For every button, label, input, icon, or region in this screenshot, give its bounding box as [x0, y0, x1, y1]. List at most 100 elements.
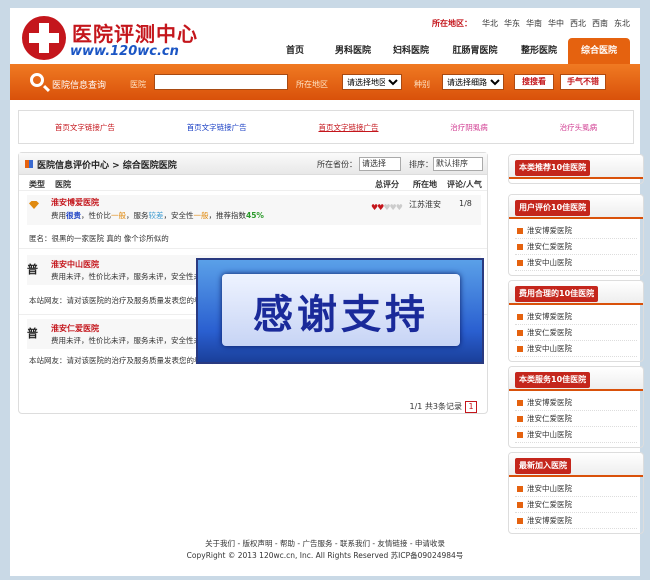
sidebar-item-link[interactable]: 淮安仁爱医院: [515, 497, 637, 513]
region-label: 所在地区：: [432, 19, 472, 28]
region-link-huabei[interactable]: 华北: [482, 19, 498, 28]
sidebar-box-header: 用户评价10佳医院: [509, 195, 643, 219]
province-select[interactable]: 请选择: [359, 157, 401, 171]
nav-item-home[interactable]: 首页: [266, 38, 324, 64]
score-summary: 费用很贵，性价比一般，服务较差，安全性一般，推荐指数45%: [51, 211, 264, 220]
rating-hearts-icon: ♥♥♥♥♥: [371, 203, 403, 212]
sidebar-list: 淮安中山医院 淮安仁爱医院 淮安博爱医院: [509, 477, 643, 533]
type-select[interactable]: 请选择细路: [442, 74, 504, 90]
col-score: 总评分: [375, 180, 399, 189]
region-link-huazhong[interactable]: 华中: [548, 19, 564, 28]
hospital-popularity: 1/8: [459, 199, 472, 208]
sidebar-box-cost: 费用合理的10佳医院 淮安博爱医院 淮安仁爱医院 淮安中山医院: [508, 280, 644, 362]
thanks-overlay-text: 感谢支持: [253, 292, 429, 338]
lucky-button[interactable]: 手气不错: [560, 74, 606, 90]
sidebar-list: 淮安博爱医院 淮安仁爱医院 淮安中山医院: [509, 305, 643, 361]
footer-copyright: CopyRight © 2013 120wc.cn, Inc. All Righ…: [186, 551, 464, 560]
panel-bullet-icon: [25, 160, 33, 168]
sidebar-item-link[interactable]: 淮安仁爱医院: [515, 411, 637, 427]
region-links: 所在地区： 华北 华东 华南 华中 西北 西南 东北: [432, 18, 630, 29]
sidebar-box-user-rating: 用户评价10佳医院 淮安博爱医院 淮安仁爱医院 淮安中山医院: [508, 194, 644, 276]
nav-item-plastic[interactable]: 整形医院: [510, 38, 568, 64]
type-badge: 普: [27, 263, 38, 276]
ad-link-3[interactable]: 首页文字链接广告: [318, 122, 378, 133]
search-title: 医院信息查询: [52, 81, 107, 91]
ad-link-5[interactable]: 治疗头虱病: [560, 122, 598, 133]
sidebar-item-link[interactable]: 淮安仁爱医院: [515, 239, 637, 255]
sidebar-box-header: 本类推荐10佳医院: [509, 155, 643, 179]
panel-header: 医院信息评价中心 > 综合医院医院 所在省份： 请选择 排序： 默认排序: [19, 153, 487, 175]
page: 医院评测中心 www.120wc.cn 所在地区： 华北 华东 华南 华中 西北 西南 东北 …: [10, 8, 644, 576]
hospital-location: 江苏淮安: [409, 200, 441, 209]
hospital-name-link[interactable]: 淮安仁爱医院: [51, 323, 99, 334]
col-popularity: 评论/人气: [447, 180, 482, 189]
logo-title: 医院评测中心: [72, 22, 198, 46]
area-select[interactable]: 请选择地区: [342, 74, 402, 90]
sidebar-box-title: 本类服务10佳医院: [515, 372, 591, 388]
sort-select[interactable]: 默认排序: [433, 157, 483, 171]
col-type: 类型: [29, 180, 45, 189]
ad-links-row: 首页文字链接广告 首页文字链接广告 首页文字链接广告 治疗阴虱病 治疗头虱病: [18, 110, 634, 144]
ad-link-1[interactable]: 首页文字链接广告: [55, 122, 115, 133]
sidebar-list: 淮安博爱医院 淮安仁爱医院 淮安中山医院: [509, 391, 643, 447]
hospital-name-link[interactable]: 淮安博爱医院: [51, 197, 99, 208]
search-button[interactable]: 搜搜看: [514, 74, 554, 90]
sidebar-box-service: 本类服务10佳医院 淮安博爱医院 淮安仁爱医院 淮安中山医院: [508, 366, 644, 448]
sidebar-box-recommended: 本类推荐10佳医院: [508, 154, 644, 184]
region-link-xinan[interactable]: 西南: [592, 19, 608, 28]
hospital-name-link[interactable]: 淮安中山医院: [51, 259, 99, 270]
entry-comment: 匿名：很黑的一家医院 真的 像个诊所似的: [29, 234, 169, 243]
sidebar-list: 淮安博爱医院 淮安仁爱医院 淮安中山医院: [509, 219, 643, 275]
sidebar-item-link[interactable]: 淮安中山医院: [515, 427, 637, 443]
list-item: 淮安博爱医院 费用很贵，性价比一般，服务较差，安全性一般，推荐指数45% ♥♥♥…: [19, 191, 487, 249]
region-link-xibei[interactable]: 西北: [570, 19, 586, 28]
area-label: 所在地区: [296, 80, 328, 89]
sidebar-box-header: 费用合理的10佳医院: [509, 281, 643, 305]
ad-link-4[interactable]: 治疗阴虱病: [450, 122, 488, 133]
sidebar-item-link[interactable]: 淮安中山医院: [515, 341, 637, 357]
sidebar-box-header: 本类服务10佳医院: [509, 367, 643, 391]
province-label: 所在省份：: [317, 160, 357, 169]
sidebar-item-link[interactable]: 淮安博爱医院: [515, 395, 637, 411]
sidebar-box-title: 最新加入医院: [515, 458, 571, 474]
region-link-huanan[interactable]: 华南: [526, 19, 542, 28]
sidebar-box-title: 本类推荐10佳医院: [515, 160, 591, 176]
sidebar-item-link[interactable]: 淮安中山医院: [515, 481, 637, 497]
thanks-overlay: 感谢支持: [196, 258, 484, 364]
sidebar-box-title: 用户评价10佳医院: [515, 200, 591, 216]
page-link[interactable]: 1: [465, 401, 477, 413]
sidebar-box-header: 最新加入医院: [509, 453, 643, 477]
sidebar-item-link[interactable]: 淮安博爱医院: [515, 309, 637, 325]
magnifier-icon: [30, 73, 44, 87]
sidebar-item-link[interactable]: 淮安中山医院: [515, 255, 637, 271]
footer-links[interactable]: 关于我们 - 版权声明 - 帮助 - 广告服务 - 联系我们 - 友情链接 - …: [0, 538, 650, 550]
red-cross-icon: [22, 16, 66, 60]
search-bar: 医院信息查询 医院 所在地区 请选择地区 种别 请选择细路 搜搜看 手气不错: [10, 64, 640, 100]
breadcrumb: 医院信息评价中心 > 综合医院医院: [37, 161, 177, 171]
region-link-huadong[interactable]: 华东: [504, 19, 520, 28]
sidebar-box-newest: 最新加入医院 淮安中山医院 淮安仁爱医院 淮安博爱医院: [508, 452, 644, 534]
logo-url: www.120wc.cn: [70, 44, 179, 59]
nav-item-general[interactable]: 综合医院: [568, 38, 630, 64]
ad-link-2[interactable]: 首页文字链接广告: [187, 122, 247, 133]
col-hospital: 医院: [55, 180, 71, 189]
hospital-search-input[interactable]: [154, 74, 288, 90]
footer: 关于我们 - 版权声明 - 帮助 - 广告服务 - 联系我们 - 友情链接 - …: [0, 538, 650, 562]
pagination-info: 1/1 共3条记录: [409, 402, 462, 411]
region-link-dongbei[interactable]: 东北: [614, 19, 630, 28]
nav-item-anorectal[interactable]: 肛肠胃医院: [440, 38, 510, 64]
sidebar-item-link[interactable]: 淮安仁爱医院: [515, 325, 637, 341]
nav-item-gynecology[interactable]: 妇科医院: [382, 38, 440, 64]
sidebar-item-link[interactable]: 淮安博爱医院: [515, 513, 637, 529]
sidebar-box-title: 费用合理的10佳医院: [515, 286, 599, 302]
pagination: 1/1 共3条记录 1: [409, 401, 477, 413]
sidebar-item-link[interactable]: 淮安博爱医院: [515, 223, 637, 239]
nav-item-andrology[interactable]: 男科医院: [324, 38, 382, 64]
table-header: 类型 医院 总评分 所在地 评论/人气: [19, 175, 487, 191]
main-nav: 首页 男科医院 妇科医院 肛肠胃医院 整形医院 综合医院: [266, 38, 630, 64]
col-location: 所在地: [413, 180, 437, 189]
type-label: 种别: [414, 80, 430, 89]
thanks-overlay-panel: 感谢支持: [222, 274, 460, 346]
site-logo[interactable]: 医院评测中心 www.120wc.cn: [18, 14, 208, 64]
hospital-label: 医院: [130, 80, 146, 89]
